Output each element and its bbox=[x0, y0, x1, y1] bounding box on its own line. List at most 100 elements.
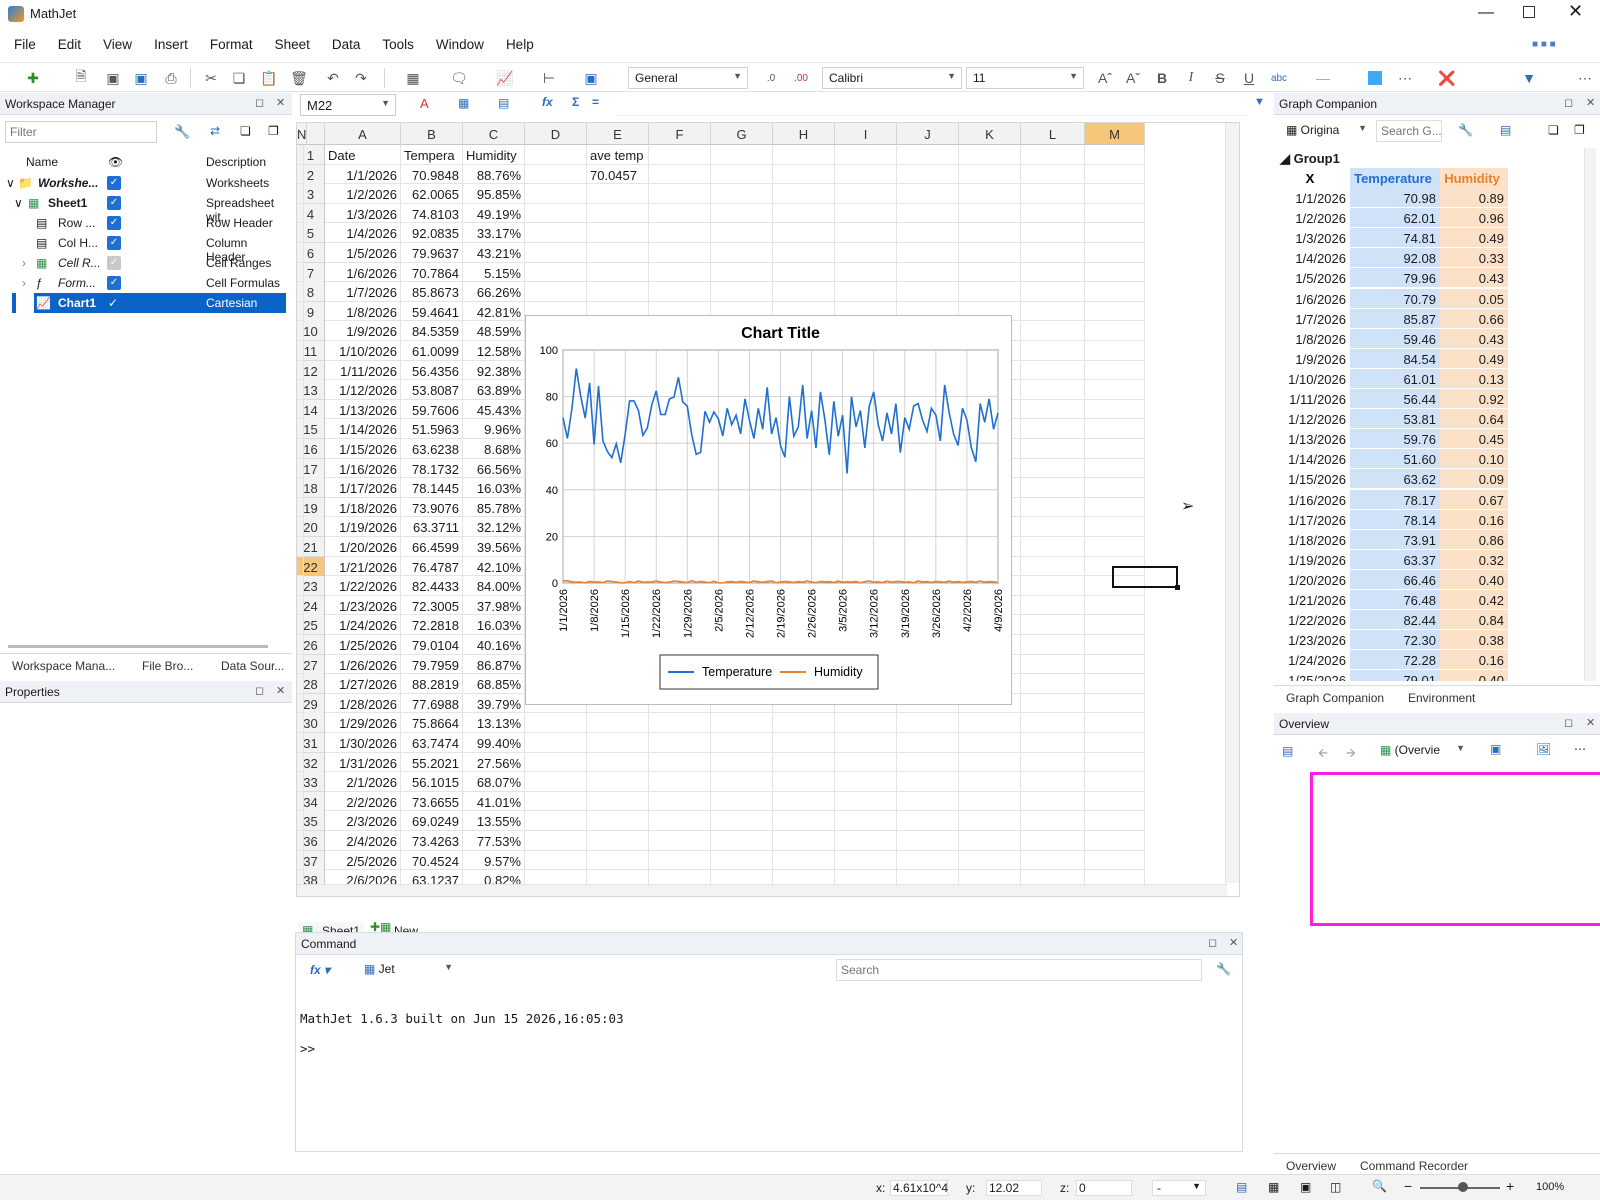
view-chart-icon[interactable]: ◫ bbox=[1330, 1180, 1341, 1194]
horizontal-scrollbar[interactable] bbox=[297, 884, 1227, 896]
cell[interactable] bbox=[897, 791, 959, 812]
cell[interactable]: 1/29/2026 bbox=[325, 713, 401, 733]
cell[interactable] bbox=[525, 752, 587, 773]
cell[interactable]: 62.0065 bbox=[401, 184, 463, 204]
cell[interactable] bbox=[959, 850, 1021, 871]
cell[interactable] bbox=[711, 243, 773, 263]
visibility-checkbox[interactable]: ✓ bbox=[107, 216, 121, 230]
cell[interactable]: 1/8/2026 bbox=[325, 301, 401, 322]
zoom-level[interactable]: 100% bbox=[1536, 1181, 1564, 1193]
cell[interactable]: 2/5/2026 bbox=[325, 850, 401, 871]
cell[interactable] bbox=[649, 831, 711, 851]
cell[interactable] bbox=[587, 203, 649, 224]
cell[interactable] bbox=[1021, 693, 1085, 714]
tree-item-sheet1[interactable]: ∨ ▦ Sheet1 ✓ Spreadsheet wit... bbox=[0, 193, 286, 224]
graph-table-cell[interactable]: 0.13 bbox=[1440, 368, 1508, 389]
cell[interactable] bbox=[297, 497, 304, 518]
sum-icon[interactable]: Σ bbox=[572, 95, 579, 109]
expand-chevron-icon[interactable]: ∨ bbox=[14, 196, 23, 210]
cell[interactable]: Humidity bbox=[463, 145, 525, 165]
cell[interactable] bbox=[1021, 831, 1085, 851]
cell[interactable] bbox=[1085, 203, 1145, 224]
cell[interactable] bbox=[525, 831, 587, 851]
cell[interactable] bbox=[897, 164, 959, 185]
cell[interactable] bbox=[297, 321, 304, 341]
tab-file-browser[interactable]: File Bro... bbox=[142, 659, 193, 673]
cell[interactable] bbox=[773, 733, 835, 753]
cell[interactable] bbox=[1021, 791, 1085, 812]
cell[interactable] bbox=[1021, 399, 1085, 420]
cell[interactable]: 13.13% bbox=[463, 713, 525, 733]
graph-table-cell[interactable]: 1/23/2026 bbox=[1274, 630, 1350, 651]
wrench-icon[interactable]: 🔧 bbox=[174, 124, 190, 140]
cell[interactable]: 2/2/2026 bbox=[325, 791, 401, 812]
cell[interactable] bbox=[835, 243, 897, 263]
cell[interactable] bbox=[773, 282, 835, 302]
graph-search-input[interactable] bbox=[1376, 120, 1442, 142]
cell[interactable]: 1/22/2026 bbox=[325, 576, 401, 596]
cell[interactable] bbox=[1021, 615, 1085, 635]
cell[interactable] bbox=[1021, 184, 1085, 204]
graph-table-cell[interactable]: 0.40 bbox=[1440, 569, 1508, 590]
cell[interactable] bbox=[297, 850, 304, 871]
cell[interactable] bbox=[1021, 301, 1085, 322]
cell[interactable]: 55.2021 bbox=[401, 752, 463, 773]
cell[interactable] bbox=[1085, 772, 1145, 792]
cell[interactable]: 72.2818 bbox=[401, 615, 463, 635]
cell[interactable]: 63.3711 bbox=[401, 517, 463, 537]
cell[interactable] bbox=[1085, 458, 1145, 479]
cell[interactable] bbox=[1085, 497, 1145, 518]
graph-table-cell[interactable]: 0.10 bbox=[1440, 449, 1508, 470]
cell[interactable]: 1/6/2026 bbox=[325, 262, 401, 283]
graph-table-cell[interactable]: 0.38 bbox=[1440, 630, 1508, 651]
cell[interactable]: 1/25/2026 bbox=[325, 635, 401, 655]
cell[interactable]: 85.78% bbox=[463, 497, 525, 518]
cell[interactable]: 59.7606 bbox=[401, 399, 463, 420]
cell[interactable]: 16.03% bbox=[463, 615, 525, 635]
graph-column-header[interactable]: X bbox=[1274, 168, 1350, 188]
cell[interactable] bbox=[1021, 478, 1085, 498]
float-icon[interactable]: ◻ bbox=[1564, 716, 1573, 729]
underline-icon[interactable]: U bbox=[1238, 67, 1260, 89]
cell[interactable]: 37.98% bbox=[463, 595, 525, 616]
cell[interactable] bbox=[1021, 243, 1085, 263]
cell[interactable]: 1/27/2026 bbox=[325, 674, 401, 694]
cell[interactable] bbox=[897, 772, 959, 792]
minimize-icon[interactable]: — bbox=[1478, 4, 1494, 22]
cell[interactable] bbox=[897, 752, 959, 773]
graph-table-cell[interactable]: 59.76 bbox=[1350, 429, 1440, 450]
graph-table-cell[interactable]: 63.37 bbox=[1350, 549, 1440, 570]
cell[interactable] bbox=[297, 713, 304, 733]
cell[interactable] bbox=[773, 243, 835, 263]
graph-table-cell[interactable]: 74.81 bbox=[1350, 228, 1440, 249]
graph-table-cell[interactable]: 1/14/2026 bbox=[1274, 449, 1350, 470]
cell[interactable] bbox=[1021, 595, 1085, 616]
cell[interactable] bbox=[297, 419, 304, 439]
cell[interactable]: 63.89% bbox=[463, 380, 525, 400]
cell[interactable] bbox=[1085, 537, 1145, 557]
tab-command-recorder[interactable]: Command Recorder bbox=[1360, 1159, 1468, 1173]
cell[interactable]: 1/10/2026 bbox=[325, 341, 401, 361]
graph-table-cell[interactable]: 1/1/2026 bbox=[1274, 188, 1350, 208]
graph-table-cell[interactable]: 0.05 bbox=[1440, 288, 1508, 309]
graph-table-cell[interactable]: 1/11/2026 bbox=[1274, 389, 1350, 409]
graph-table-cell[interactable]: 0.45 bbox=[1440, 429, 1508, 450]
number-format-select[interactable]: General ▼ bbox=[628, 67, 748, 89]
cell[interactable] bbox=[587, 791, 649, 812]
zoom-in-icon[interactable]: + bbox=[1506, 1178, 1514, 1194]
cell[interactable] bbox=[897, 262, 959, 283]
graph-table-cell[interactable]: 0.43 bbox=[1440, 328, 1508, 349]
cell[interactable] bbox=[649, 145, 711, 165]
visibility-checkbox[interactable]: ✓ bbox=[107, 196, 121, 210]
cell[interactable] bbox=[525, 713, 587, 733]
cell[interactable]: 76.4787 bbox=[401, 556, 463, 577]
cell[interactable] bbox=[1021, 223, 1085, 243]
cell[interactable]: 66.4599 bbox=[401, 537, 463, 557]
cell[interactable] bbox=[959, 791, 1021, 812]
cell[interactable] bbox=[1085, 243, 1145, 263]
graph-table-cell[interactable]: 72.30 bbox=[1350, 630, 1440, 651]
column-header-b[interactable]: B bbox=[401, 123, 463, 145]
cell[interactable] bbox=[835, 811, 897, 831]
command-search-input[interactable] bbox=[836, 959, 1202, 981]
cell[interactable] bbox=[297, 791, 304, 812]
